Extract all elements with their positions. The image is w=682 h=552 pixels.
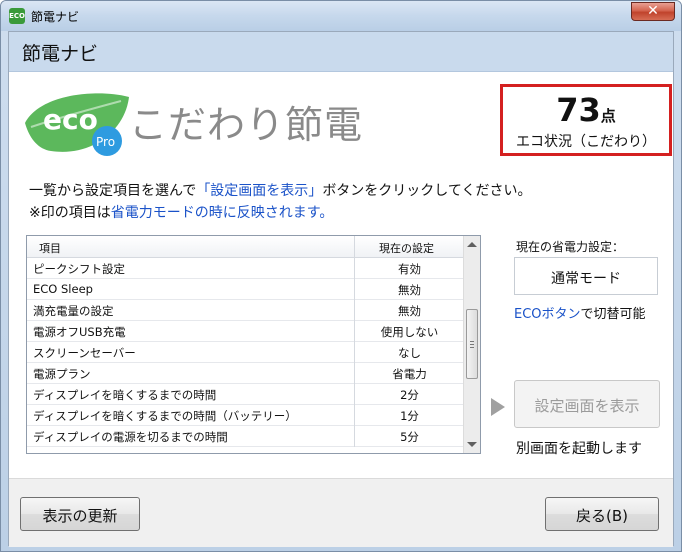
list-header: 項目 現在の設定 — [27, 236, 464, 258]
grip-line — [470, 344, 474, 345]
eco-score-box: 73点 エコ状況（こだわり） — [500, 84, 672, 156]
eco-button-text: ECOボタン — [514, 307, 581, 322]
scroll-down-arrow-icon[interactable] — [467, 442, 477, 447]
table-row[interactable]: ディスプレイを暗くするまでの時間（バッテリー） 1分 — [27, 405, 464, 426]
page-title: 節電ナビ — [22, 43, 99, 65]
eco-score-caption: エコ状況（こだわり） — [516, 134, 656, 150]
eco-score-unit: 点 — [600, 107, 616, 125]
eco-score-value: 73 — [556, 91, 601, 129]
grip-line — [470, 347, 474, 348]
back-button[interactable]: 戻る(B) — [545, 497, 659, 531]
product-name: こだわり節電 — [129, 103, 364, 147]
column-header-item[interactable]: 項目 — [39, 240, 61, 256]
grip-line — [470, 341, 474, 342]
header-band: 節電ナビ — [9, 32, 673, 72]
show-settings-button[interactable]: 設定画面を表示 — [514, 380, 660, 428]
scrollbar-thumb[interactable] — [466, 309, 478, 379]
client-area: 節電ナビ eco Pro こだわり節電 73点 エコ状況（こだわり） 一覧から設… — [8, 31, 674, 547]
footer-bar: 表示の更新 戻る(B) — [9, 478, 673, 547]
table-row[interactable]: ディスプレイの電源を切るまでの時間 5分 — [27, 426, 464, 447]
power-mode-value: 通常モード — [514, 257, 658, 295]
app-icon: ECO — [9, 8, 25, 24]
instruction-link-text: 「設定画面を表示」 — [196, 183, 323, 199]
instruction-line-1: 一覧から設定項目を選んで「設定画面を表示」ボタンをクリックしてください。 — [29, 183, 532, 199]
logo-pro-badge: Pro — [96, 135, 115, 149]
app-window: ECO 節電ナビ ✕ 節電ナビ eco Pro こだわり節電 73点 エコ状況（… — [0, 0, 682, 552]
title-bar[interactable]: ECO 節電ナビ ✕ — [1, 1, 681, 31]
play-arrow-icon — [491, 398, 505, 416]
list-rows: ピークシフト設定 有効 ECO Sleep 無効 満充電量の設定 無効 電源オフUSB… — [27, 258, 464, 447]
table-row[interactable]: 電源プラン 省電力 — [27, 363, 464, 384]
power-mode-label: 現在の省電力設定： — [516, 240, 625, 254]
column-header-current-setting[interactable]: 現在の設定 — [379, 240, 434, 256]
table-row[interactable]: スクリーンセーバー なし — [27, 342, 464, 363]
instruction-line-2: ※印の項目は省電力モードの時に反映されます。 — [29, 205, 334, 221]
table-row[interactable]: ピークシフト設定 有効 — [27, 258, 464, 279]
table-row[interactable]: ディスプレイを暗くするまでの時間 2分 — [27, 384, 464, 405]
show-settings-hint: 別画面を起動します — [516, 441, 642, 457]
power-mode-hint: ECOボタンで切替可能 — [514, 307, 646, 322]
eco-leaf-logo-icon: eco Pro — [25, 93, 129, 156]
close-button[interactable]: ✕ — [631, 2, 675, 21]
scroll-up-arrow-icon[interactable] — [467, 242, 477, 247]
instruction-note-text: 省電力モードの時に反映されます。 — [110, 205, 334, 221]
table-row[interactable]: 満充電量の設定 無効 — [27, 300, 464, 321]
column-divider — [354, 236, 355, 258]
table-row[interactable]: ECO Sleep 無効 — [27, 279, 464, 300]
window-title: 節電ナビ — [31, 10, 80, 24]
logo-eco-text: eco — [43, 103, 98, 136]
table-row[interactable]: 電源オフUSB充電 使用しない — [27, 321, 464, 342]
list-scrollbar[interactable] — [463, 236, 480, 453]
refresh-button[interactable]: 表示の更新 — [20, 497, 140, 531]
settings-list[interactable]: 項目 現在の設定 ピークシフト設定 有効 ECO Sleep 無効 満充電量の設定無… — [26, 235, 481, 454]
